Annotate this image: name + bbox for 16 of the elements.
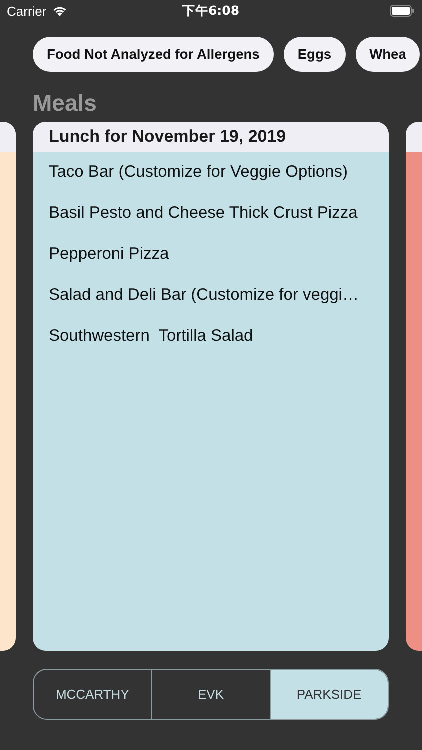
menu-item[interactable]: Pepperoni Pizza [49, 244, 389, 285]
battery-icon [390, 5, 415, 17]
menu-item[interactable]: Southwestern Tortilla Salad [49, 326, 389, 367]
segment-tab[interactable]: PARKSIDE [270, 670, 388, 719]
clock-time: 下午6:08 [182, 2, 240, 20]
section-title: Meals [33, 90, 98, 118]
segment-tab[interactable]: MCCARTHY [34, 670, 152, 719]
allergen-chip[interactable]: Whea [356, 37, 420, 72]
carrier-label: Carrier [7, 4, 47, 18]
card-header: Lunch for November 19, 2019 [33, 122, 389, 152]
wifi-icon [52, 5, 68, 17]
menu-item[interactable]: Basil Pesto and Cheese Thick Crust Pizza [49, 203, 389, 244]
allergen-chip[interactable]: Food Not Analyzed for Allergens [33, 37, 274, 72]
allergen-chip[interactable]: Eggs [284, 37, 346, 72]
menu-item[interactable]: Taco Bar (Customize for Veggie Options) [49, 162, 389, 203]
menu-item[interactable]: Salad and Deli Bar (Customize for veggi… [49, 285, 389, 326]
